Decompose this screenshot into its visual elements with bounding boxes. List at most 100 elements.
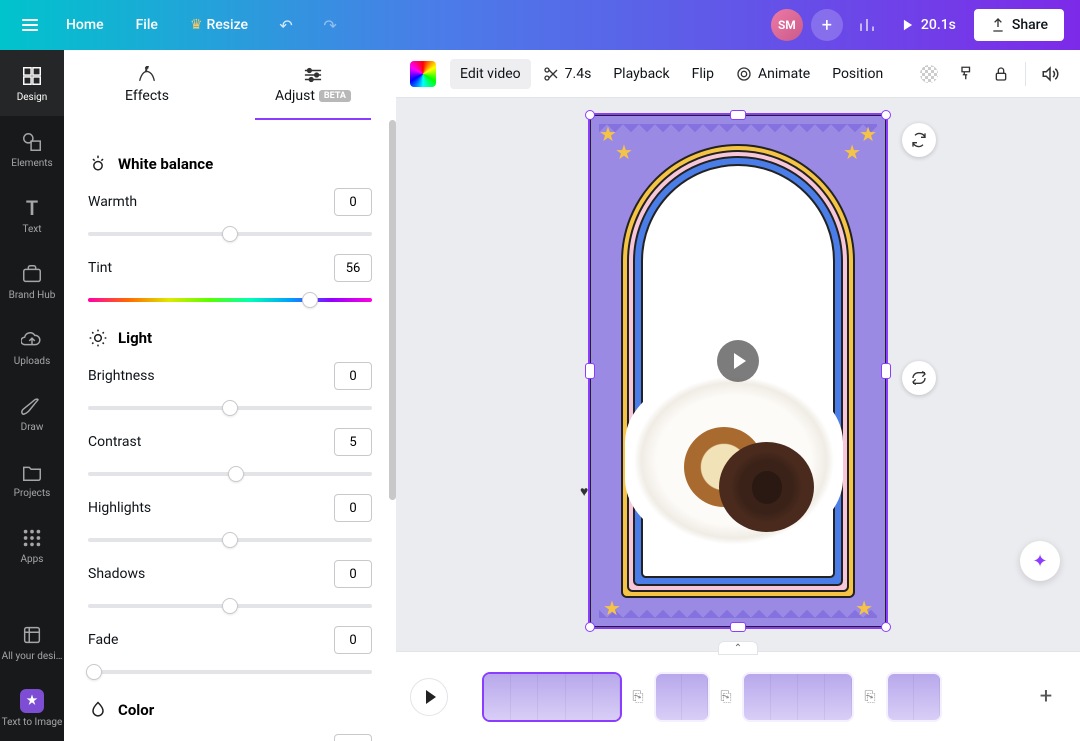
analytics-button[interactable]: [851, 9, 883, 41]
trim-button[interactable]: 7.4s: [533, 59, 602, 89]
transparency-button[interactable]: [913, 58, 945, 90]
slider-fade[interactable]: [88, 662, 372, 682]
panel-scrollbar[interactable]: [389, 120, 396, 500]
slider-warmth[interactable]: [88, 224, 372, 244]
control-fade: Fade: [88, 626, 372, 682]
slider-shadows[interactable]: [88, 596, 372, 616]
rail-text[interactable]: TText: [0, 182, 64, 248]
slider-brightness[interactable]: [88, 398, 372, 418]
side-panel: f Effects AdjustBETA White balance Warmt…: [64, 50, 396, 741]
color-picker[interactable]: [410, 61, 436, 87]
value-input-brightness[interactable]: [334, 362, 372, 390]
control-label: Shadows: [88, 566, 145, 582]
value-input-contrast[interactable]: [334, 428, 372, 456]
selected-element[interactable]: ★ ★ ★ ★ ★ ★: [590, 115, 886, 627]
copy-style-button[interactable]: [949, 58, 981, 90]
context-toolbar: Edit video 7.4s Playback Flip Animate Po…: [396, 50, 1080, 98]
rail-allyour[interactable]: All your desi…: [0, 609, 64, 675]
control-brightness: Brightness: [88, 362, 372, 418]
control-tint: Tint: [88, 254, 372, 310]
add-page-button[interactable]: +: [1026, 677, 1066, 717]
control-label: Contrast: [88, 434, 141, 450]
control-vibrance: Vibrance: [88, 734, 372, 741]
resize-handle[interactable]: [881, 363, 891, 379]
section-whitebalance: White balance: [88, 154, 372, 174]
value-input-warmth[interactable]: [334, 188, 372, 216]
main-area: Edit video 7.4s Playback Flip Animate Po…: [396, 50, 1080, 741]
app-header: Home File ♛Resize ↶ ↷ SM + 20.1s Share: [0, 0, 1080, 50]
file-menu[interactable]: File: [126, 11, 168, 39]
invite-button[interactable]: +: [811, 9, 843, 41]
resize-handle[interactable]: [585, 363, 595, 379]
svg-text:f: f: [145, 66, 148, 73]
control-highlights: Highlights: [88, 494, 372, 550]
rail-design[interactable]: Design: [0, 50, 64, 116]
value-input-fade[interactable]: [334, 626, 372, 654]
control-label: Highlights: [88, 500, 151, 516]
resize-button[interactable]: ♛Resize: [180, 11, 258, 39]
section-color: Color: [88, 700, 372, 720]
resize-handle[interactable]: [730, 622, 746, 632]
magic-button[interactable]: ✦: [1020, 541, 1060, 581]
transition-icon[interactable]: ⎘: [628, 685, 648, 709]
rail-projects[interactable]: Projects: [0, 446, 64, 512]
resize-handle[interactable]: [881, 110, 891, 120]
control-label: Warmth: [88, 194, 137, 210]
slider-highlights[interactable]: [88, 530, 372, 550]
control-shadows: Shadows: [88, 560, 372, 616]
undo-button[interactable]: ↶: [270, 9, 302, 41]
canvas-area[interactable]: ★ ★ ★ ★ ★ ★: [396, 98, 1080, 691]
rail-draw[interactable]: Draw: [0, 380, 64, 446]
timeline-clip[interactable]: 3.0s: [654, 672, 710, 722]
section-light: Light: [88, 328, 372, 348]
flip-button[interactable]: Flip: [682, 59, 724, 89]
position-button[interactable]: Position: [822, 59, 893, 89]
playback-button[interactable]: Playback: [603, 59, 679, 89]
sync-button[interactable]: [902, 361, 936, 395]
tab-effects[interactable]: f Effects: [64, 50, 230, 120]
tab-adjust[interactable]: AdjustBETA: [230, 50, 396, 120]
value-input-tint[interactable]: [334, 254, 372, 282]
rail-elements[interactable]: Elements: [0, 116, 64, 182]
transition-icon[interactable]: ⎘: [716, 685, 736, 709]
control-contrast: Contrast: [88, 428, 372, 484]
value-input-vibrance[interactable]: [334, 734, 372, 741]
share-button[interactable]: Share: [974, 9, 1064, 41]
lock-button[interactable]: [985, 58, 1017, 90]
slider-tint[interactable]: [88, 290, 372, 310]
regenerate-button[interactable]: [902, 123, 936, 157]
rail-brandhub[interactable]: Brand Hub: [0, 248, 64, 314]
timeline: ⌃ 6.9s⎘3.0s⎘6.4s⎘3.5s +: [396, 651, 1080, 741]
menu-button[interactable]: [16, 13, 44, 37]
redo-button[interactable]: ↷: [314, 9, 346, 41]
value-input-highlights[interactable]: [334, 494, 372, 522]
timeline-clip[interactable]: 3.5s: [886, 672, 942, 722]
control-label: Fade: [88, 632, 118, 648]
control-label: Tint: [88, 260, 112, 276]
resize-handle[interactable]: [730, 110, 746, 120]
timeline-clip[interactable]: 6.9s: [482, 672, 622, 722]
left-rail: Design Elements TText Brand Hub Uploads …: [0, 50, 64, 741]
home-button[interactable]: Home: [56, 11, 114, 39]
user-avatar[interactable]: SM: [771, 9, 803, 41]
value-input-shadows[interactable]: [334, 560, 372, 588]
resize-handle[interactable]: [585, 110, 595, 120]
slider-contrast[interactable]: [88, 464, 372, 484]
rail-apps[interactable]: Apps: [0, 512, 64, 578]
present-button[interactable]: 20.1s: [891, 11, 966, 39]
control-label: Brightness: [88, 368, 155, 384]
rail-uploads[interactable]: Uploads: [0, 314, 64, 380]
resize-handle[interactable]: [881, 622, 891, 632]
beta-badge: BETA: [319, 90, 351, 102]
volume-button[interactable]: [1034, 58, 1066, 90]
transition-icon[interactable]: ⎘: [860, 685, 880, 709]
animate-button[interactable]: Animate: [726, 59, 820, 89]
expand-timeline-button[interactable]: ⌃: [718, 641, 758, 655]
timeline-clip[interactable]: 6.4s: [742, 672, 854, 722]
resize-handle[interactable]: [585, 622, 595, 632]
rail-tti[interactable]: Text to Image: [0, 675, 64, 741]
heart-icon: ♥: [580, 483, 588, 500]
edit-video-button[interactable]: Edit video: [450, 59, 531, 89]
crown-icon: ♛: [190, 17, 203, 33]
timeline-play-button[interactable]: [410, 678, 448, 716]
